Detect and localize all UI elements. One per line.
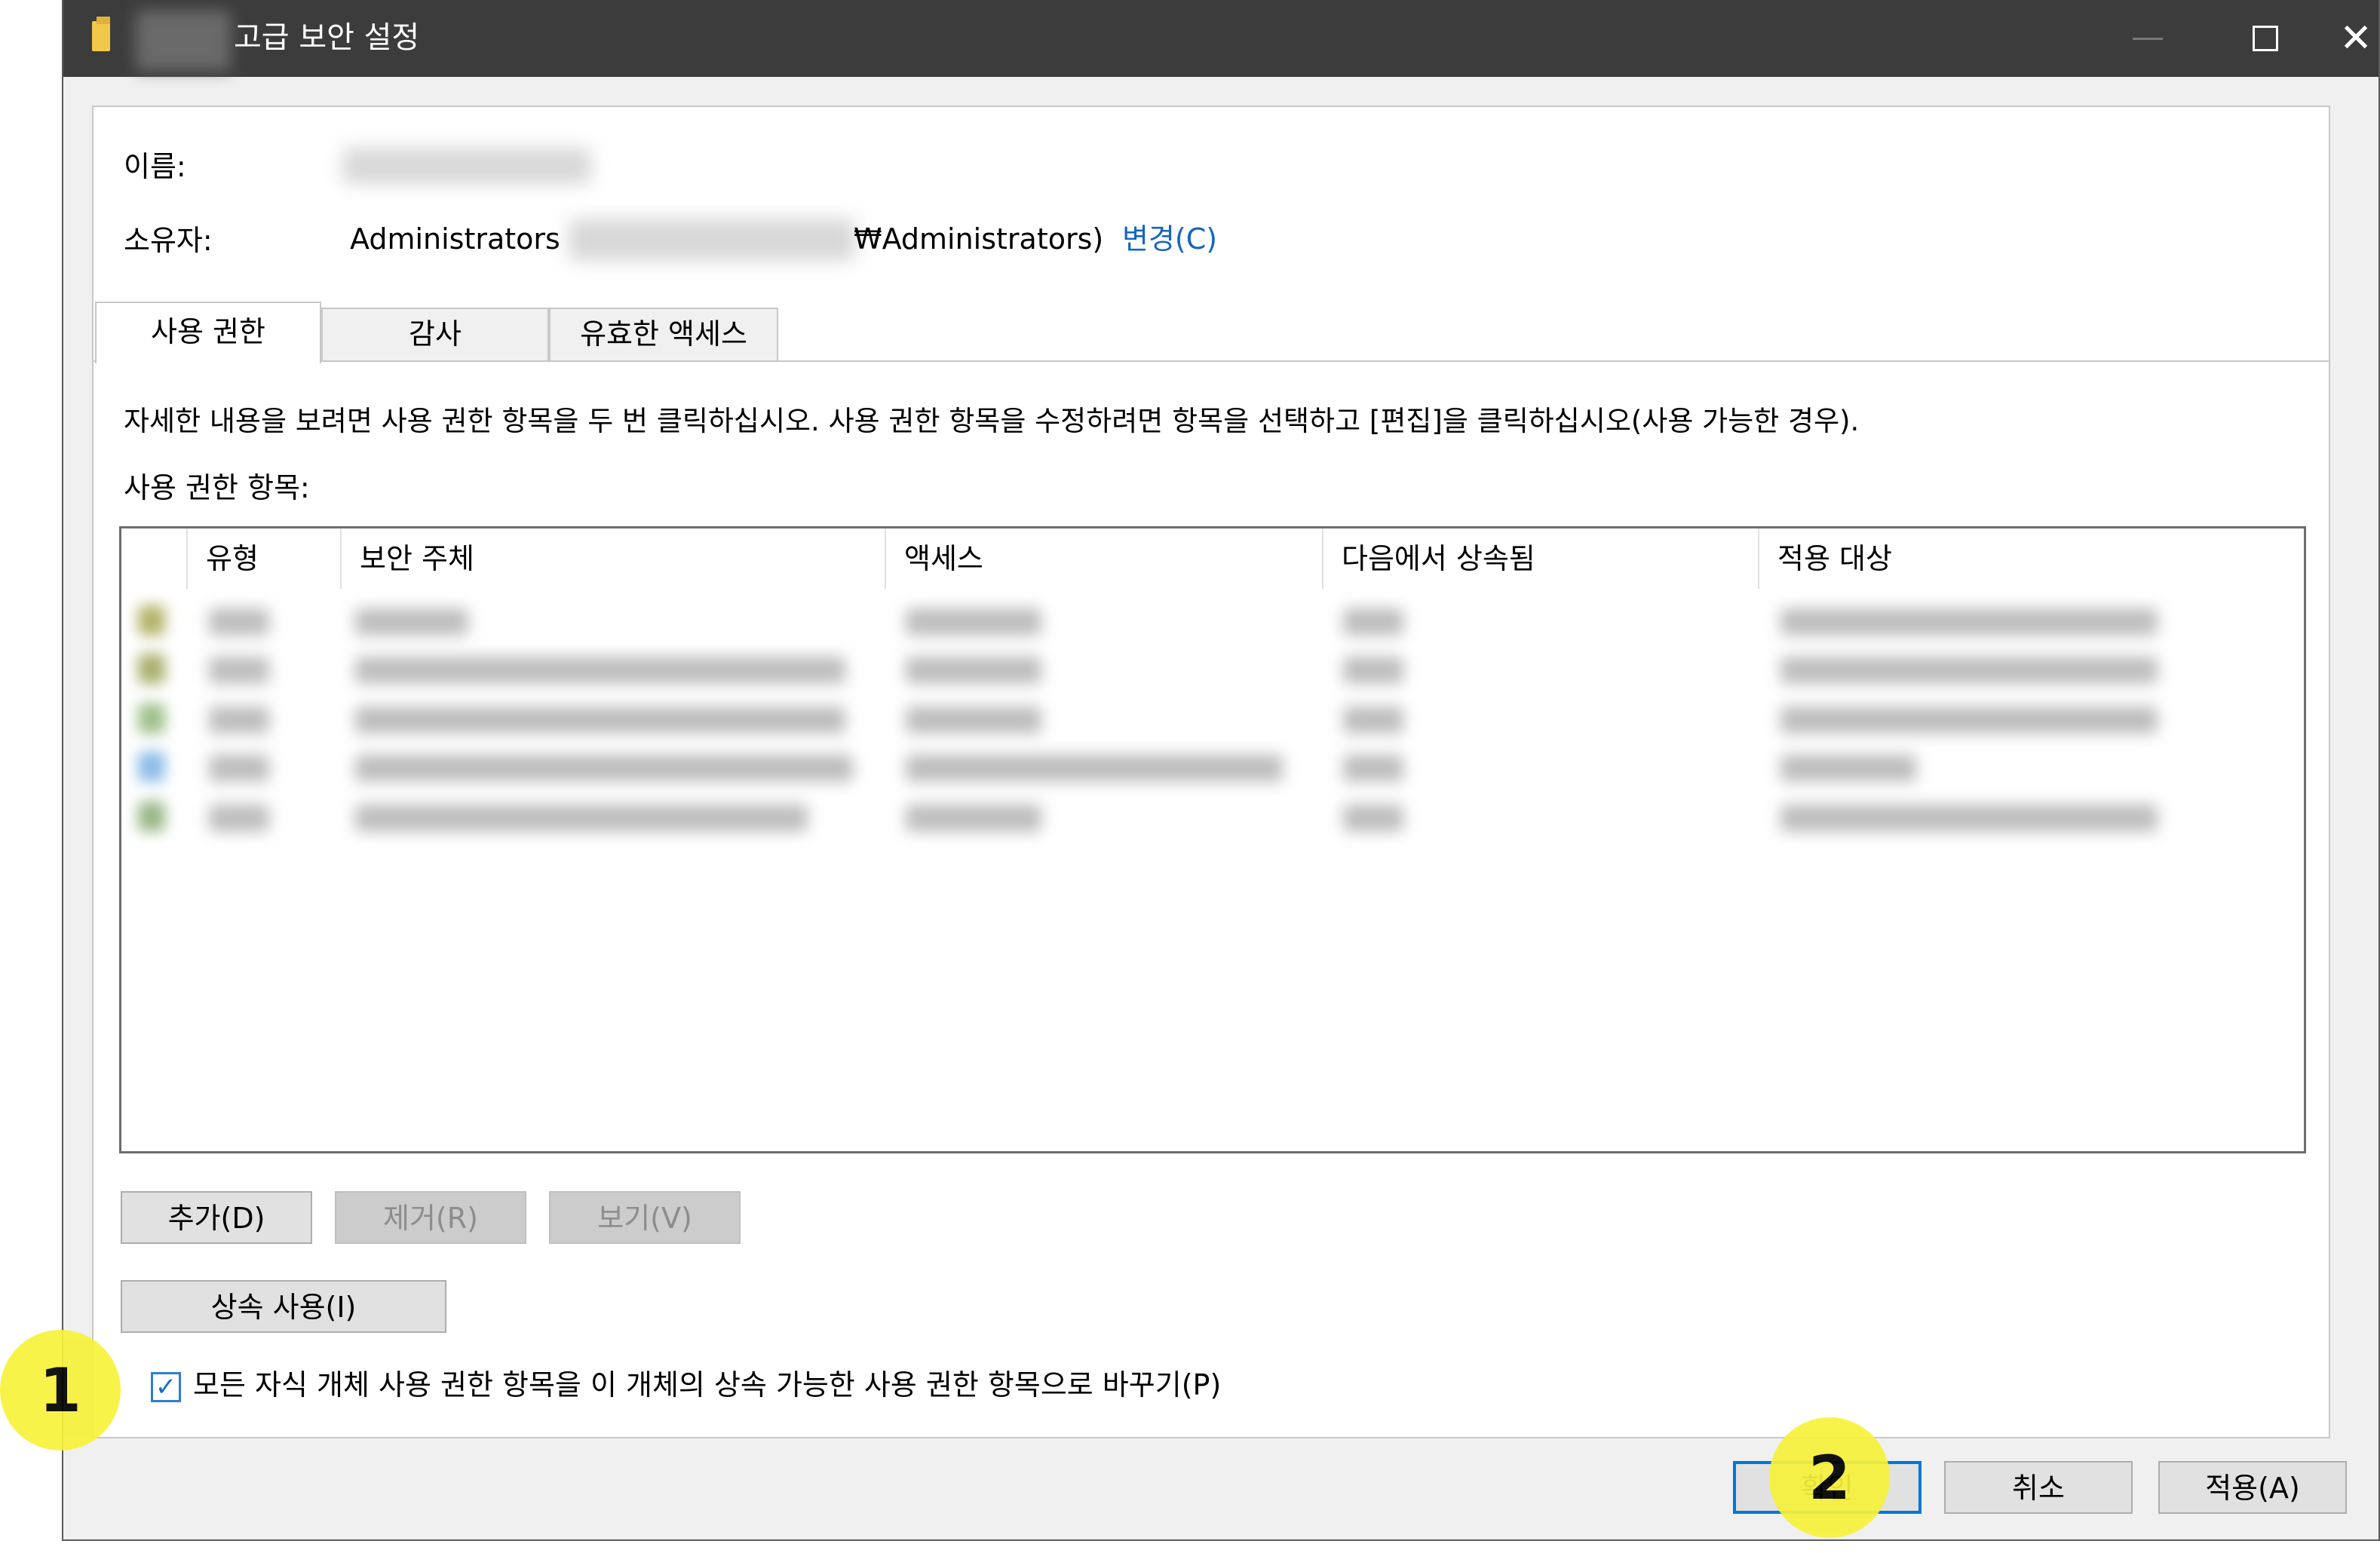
remove-button[interactable]: 제거(R) <box>335 1191 526 1244</box>
redacted-owner-domain <box>569 219 855 261</box>
window-title: 고급 보안 설정 <box>234 20 420 55</box>
title-bar[interactable]: 고급 보안 설정 ✕ <box>63 0 2378 77</box>
column-header-principal[interactable]: 보안 주체 <box>340 528 885 589</box>
view-button[interactable]: 보기(V) <box>549 1191 741 1244</box>
replace-child-permissions-label[interactable]: 모든 자식 개체 사용 권한 항목을 이 개체의 상속 가능한 사용 권한 항목… <box>193 1366 1221 1404</box>
step-marker-2: 2 <box>1769 1417 1890 1538</box>
tab-permissions[interactable]: 사용 권한 <box>95 302 321 363</box>
instructions-text: 자세한 내용을 보려면 사용 권한 항목을 두 번 클릭하십시오. 사용 권한 … <box>124 405 1860 437</box>
permission-entries-list[interactable]: 유형 보안 주체 액세스 다음에서 상속됨 적용 대상 <box>119 526 2306 1153</box>
owner-label: 소유자: <box>124 224 213 257</box>
user-icon <box>138 703 165 734</box>
redacted-folder-name <box>136 11 231 71</box>
change-owner-link[interactable]: 변경(C) <box>1122 220 1217 258</box>
enable-inheritance-button[interactable]: 상속 사용(I) <box>121 1280 446 1333</box>
user-icon <box>138 752 165 782</box>
add-button[interactable]: 추가(D) <box>121 1191 312 1244</box>
cancel-button[interactable]: 취소 <box>1944 1461 2133 1514</box>
permissions-panel: 이름: 소유자: Administrators ₩Administrators)… <box>92 106 2330 1438</box>
user-icon <box>138 605 165 636</box>
owner-value: Administrators <box>350 222 560 256</box>
user-icon <box>138 801 165 832</box>
tab-strip-divider <box>94 360 2329 362</box>
replace-child-permissions-checkbox[interactable]: ✓ <box>151 1372 181 1402</box>
column-header-access[interactable]: 액세스 <box>885 528 1322 589</box>
user-icon <box>138 654 165 684</box>
folder-icon <box>92 17 110 51</box>
name-label: 이름: <box>124 150 186 183</box>
maximize-button[interactable] <box>2213 0 2318 77</box>
maximize-icon <box>2253 26 2278 51</box>
advanced-security-settings-window: 고급 보안 설정 ✕ 이름: 소유자: Administrators ₩Admi… <box>62 0 2380 1541</box>
step-marker-1: 1 <box>0 1330 121 1450</box>
column-header-type[interactable]: 유형 <box>186 528 340 589</box>
close-button[interactable]: ✕ <box>2330 0 2380 77</box>
column-header-inherited-from[interactable]: 다음에서 상속됨 <box>1322 528 1758 589</box>
tab-auditing[interactable]: 감사 <box>321 308 549 360</box>
tab-effective-access[interactable]: 유효한 액세스 <box>549 308 778 360</box>
column-header-applies-to[interactable]: 적용 대상 <box>1758 528 2304 589</box>
close-icon: ✕ <box>2339 16 2372 61</box>
owner-value-suffix: ₩Administrators) <box>854 222 1104 256</box>
minimize-icon <box>2133 37 2163 40</box>
minimize-button[interactable] <box>2095 0 2201 77</box>
apply-button[interactable]: 적용(A) <box>2158 1461 2347 1514</box>
redacted-name-value <box>342 148 591 184</box>
permission-entries-label: 사용 권한 항목: <box>124 471 310 504</box>
